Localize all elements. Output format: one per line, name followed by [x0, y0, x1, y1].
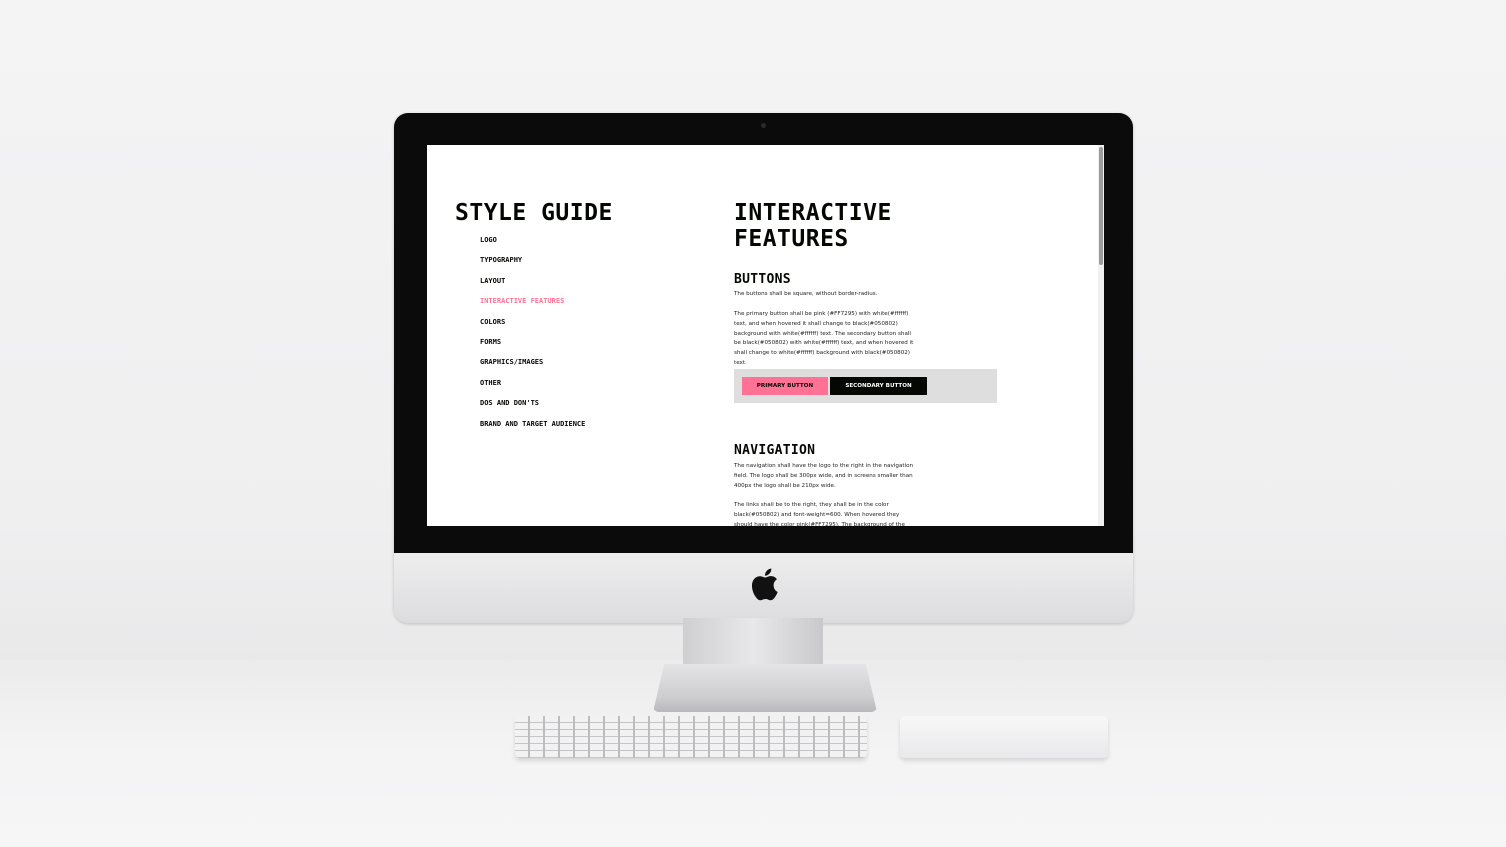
nav-item-logo[interactable]: LOGO — [480, 235, 585, 255]
buttons-description-2: The primary button shall be pink (#FF729… — [734, 311, 914, 366]
primary-button[interactable]: PRIMARY BUTTON — [742, 377, 828, 395]
buttons-heading: BUTTONS — [734, 272, 791, 287]
navigation-description-1: The navigation shall have the logo to th… — [734, 463, 914, 489]
nav-item-typography[interactable]: TYPOGRAPHY — [480, 255, 585, 275]
nav-item-layout[interactable]: LAYOUT — [480, 276, 585, 296]
secondary-button[interactable]: SECONDARY BUTTON — [830, 377, 927, 395]
section-title: INTERACTIVE FEATURES — [734, 200, 1094, 252]
screen-bezel: STYLE GUIDE LOGO TYPOGRAPHY LAYOUT INTER… — [394, 113, 1133, 553]
camera-icon — [761, 123, 766, 128]
navigation-heading: NAVIGATION — [734, 443, 816, 458]
navigation-description-2: The links shall be to the right, they sh… — [734, 502, 905, 526]
style-guide-nav: LOGO TYPOGRAPHY LAYOUT INTERACTIVE FEATU… — [480, 235, 585, 439]
nav-item-dos-and-donts[interactable]: DOS AND DON'TS — [480, 398, 585, 418]
monitor-stand-foot — [653, 664, 877, 712]
browser-viewport: STYLE GUIDE LOGO TYPOGRAPHY LAYOUT INTER… — [427, 145, 1104, 526]
keyboard — [515, 716, 867, 758]
trackpad — [900, 716, 1108, 758]
imac-monitor: STYLE GUIDE LOGO TYPOGRAPHY LAYOUT INTER… — [394, 113, 1133, 623]
buttons-description-1: The buttons shall be square, without bor… — [734, 291, 878, 297]
vertical-scrollbar[interactable] — [1098, 145, 1104, 526]
apple-logo-icon — [751, 568, 778, 601]
site-title: STYLE GUIDE — [455, 200, 613, 226]
nav-item-other[interactable]: OTHER — [480, 378, 585, 398]
section-title-line2: FEATURES — [734, 226, 849, 252]
monitor-stand-neck — [683, 618, 823, 668]
nav-item-interactive-features[interactable]: INTERACTIVE FEATURES — [480, 296, 585, 316]
nav-item-forms[interactable]: FORMS — [480, 337, 585, 357]
main-content: INTERACTIVE FEATURES BUTTONS The buttons… — [734, 200, 1094, 526]
monitor-chin — [394, 553, 1133, 623]
section-title-line1: INTERACTIVE — [734, 200, 892, 226]
button-demo-panel: PRIMARY BUTTON SECONDARY BUTTON — [734, 369, 997, 403]
nav-item-graphics-images[interactable]: GRAPHICS/IMAGES — [480, 357, 585, 377]
nav-item-brand-and-target-audience[interactable]: BRAND AND TARGET AUDIENCE — [480, 419, 585, 439]
scrollbar-thumb[interactable] — [1099, 147, 1103, 265]
nav-item-colors[interactable]: COLORS — [480, 317, 585, 337]
